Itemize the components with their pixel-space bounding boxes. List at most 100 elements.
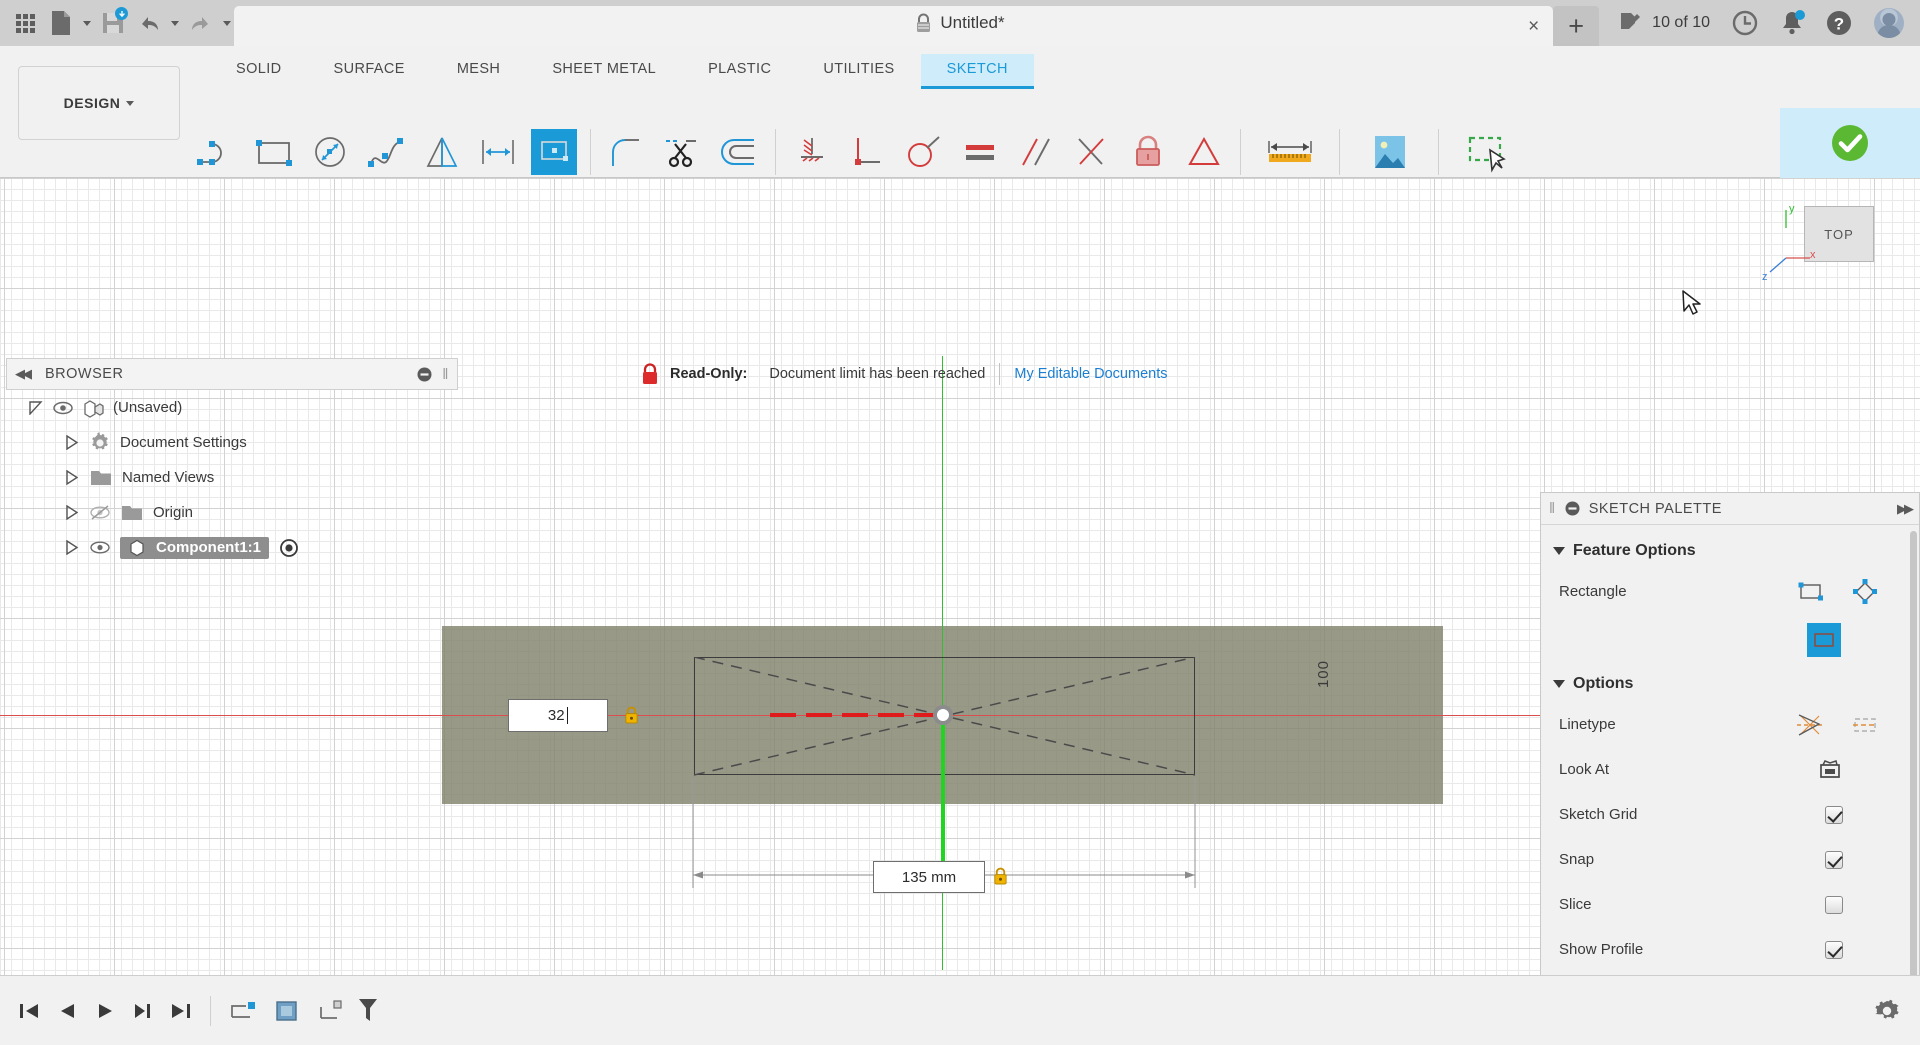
coincident-constraint-icon[interactable] bbox=[784, 126, 840, 178]
eye-icon[interactable] bbox=[53, 400, 73, 416]
eye-icon[interactable] bbox=[89, 539, 111, 556]
locked-dimension-icon-horizontal[interactable] bbox=[993, 867, 1008, 885]
sketch-canvas[interactable]: 100 32 135 mm TOP y x z bbox=[0, 178, 1920, 975]
section-feature-options[interactable]: Feature Options bbox=[1541, 533, 1919, 569]
two-point-rectangle-icon[interactable] bbox=[1797, 580, 1825, 604]
step-back-icon[interactable] bbox=[48, 989, 86, 1033]
measure-ruler-icon[interactable] bbox=[1249, 126, 1331, 178]
expand-triangle-icon[interactable] bbox=[28, 401, 44, 415]
snap-checkbox[interactable] bbox=[1825, 851, 1843, 869]
sidebar-item-origin[interactable]: Origin bbox=[6, 495, 458, 530]
skip-to-start-icon[interactable] bbox=[10, 989, 48, 1033]
undo-icon[interactable] bbox=[132, 4, 166, 42]
centerline-linetype-icon[interactable] bbox=[1851, 713, 1879, 737]
rectangle-icon[interactable] bbox=[246, 126, 302, 178]
close-tab-icon[interactable]: × bbox=[1528, 17, 1539, 36]
equal-constraint-icon[interactable] bbox=[952, 126, 1008, 178]
show-profile-checkbox[interactable] bbox=[1825, 941, 1843, 959]
expand-triangle-icon[interactable] bbox=[64, 435, 80, 450]
parallel-constraint-icon[interactable] bbox=[1008, 126, 1064, 178]
selected-node[interactable]: Component1:1 bbox=[120, 537, 269, 559]
timeline-filter-icon[interactable] bbox=[353, 989, 383, 1033]
browser-root-node[interactable]: (Unsaved) bbox=[6, 390, 458, 425]
minimize-icon[interactable] bbox=[417, 367, 432, 382]
offset-icon[interactable] bbox=[711, 126, 767, 178]
sidebar-item-document-settings[interactable]: Document Settings bbox=[6, 425, 458, 460]
section-options[interactable]: Options bbox=[1541, 666, 1919, 702]
expand-right-icon[interactable]: ▶▶ bbox=[1897, 501, 1911, 517]
sketch-feature-icon[interactable] bbox=[221, 989, 265, 1033]
play-icon[interactable] bbox=[86, 989, 124, 1033]
panel-resize-handle[interactable]: ‖ bbox=[1549, 500, 1556, 517]
eye-hidden-icon[interactable] bbox=[89, 504, 111, 521]
step-forward-icon[interactable] bbox=[124, 989, 162, 1033]
center-rectangle-icon[interactable] bbox=[1851, 579, 1879, 605]
undo-dropdown-caret[interactable] bbox=[168, 4, 182, 42]
panel-resize-handle[interactable]: ‖ bbox=[442, 366, 449, 383]
look-at-camera-icon[interactable] bbox=[1817, 758, 1843, 782]
trim-scissors-icon[interactable] bbox=[655, 126, 711, 178]
tab-sheet-metal[interactable]: SHEET METAL bbox=[526, 54, 682, 89]
construction-triangle-icon[interactable] bbox=[1176, 126, 1232, 178]
group-divider bbox=[590, 129, 591, 175]
user-avatar[interactable] bbox=[1874, 8, 1904, 38]
circle-icon[interactable] bbox=[302, 126, 358, 178]
expand-triangle-icon[interactable] bbox=[64, 505, 80, 520]
perpendicular-constraint-icon[interactable] bbox=[840, 126, 896, 178]
mirror-icon[interactable] bbox=[414, 126, 470, 178]
save-icon[interactable] bbox=[96, 4, 130, 42]
tab-surface[interactable]: SURFACE bbox=[308, 54, 431, 89]
tab-sketch[interactable]: SKETCH bbox=[921, 54, 1034, 89]
tab-utilities[interactable]: UTILITIES bbox=[797, 54, 920, 89]
new-file-icon[interactable] bbox=[44, 4, 78, 42]
document-tab[interactable]: × bbox=[234, 6, 1553, 46]
minimize-icon[interactable] bbox=[1565, 501, 1580, 516]
line-icon[interactable] bbox=[190, 126, 246, 178]
redo-dropdown-caret[interactable] bbox=[220, 4, 234, 42]
sketch-grid-checkbox[interactable] bbox=[1825, 806, 1843, 824]
extrude-feature-icon[interactable] bbox=[309, 989, 353, 1033]
app-grid-icon[interactable] bbox=[8, 4, 42, 42]
sketch-origin-point[interactable] bbox=[933, 705, 953, 725]
new-tab-button[interactable]: + bbox=[1553, 6, 1599, 46]
tab-plastic[interactable]: PLASTIC bbox=[682, 54, 797, 89]
dimension-input-field[interactable]: 32 bbox=[508, 699, 608, 732]
redo-icon[interactable] bbox=[184, 4, 218, 42]
rectangle-active-icon[interactable] bbox=[526, 126, 582, 178]
slice-checkbox[interactable] bbox=[1825, 896, 1843, 914]
workspace-switcher-button[interactable]: DESIGN bbox=[18, 66, 180, 140]
document-count[interactable]: 10 of 10 bbox=[1619, 11, 1710, 35]
select-window-icon[interactable] bbox=[1447, 126, 1529, 178]
fillet-icon[interactable] bbox=[599, 126, 655, 178]
skip-to-end-icon[interactable] bbox=[162, 989, 200, 1033]
spline-icon[interactable] bbox=[358, 126, 414, 178]
locked-dimension-icon[interactable] bbox=[624, 706, 639, 724]
my-editable-documents-link[interactable]: My Editable Documents bbox=[1014, 366, 1167, 382]
notifications-icon[interactable] bbox=[1780, 10, 1804, 36]
sidebar-item-named-views[interactable]: Named Views bbox=[6, 460, 458, 495]
collapse-left-icon[interactable]: ◀◀ bbox=[15, 366, 29, 382]
insert-image-icon[interactable] bbox=[1348, 126, 1430, 178]
fix-unfix-lock-icon[interactable] bbox=[1120, 126, 1176, 178]
tab-solid[interactable]: SOLID bbox=[210, 54, 308, 89]
document-edit-icon bbox=[1619, 11, 1644, 35]
component-feature-icon[interactable] bbox=[265, 989, 309, 1033]
finish-sketch-button[interactable] bbox=[1780, 108, 1920, 178]
expand-triangle-icon[interactable] bbox=[64, 470, 80, 485]
three-point-rectangle-icon[interactable] bbox=[1807, 623, 1841, 657]
ribbon-toolbar: DESIGN SOLID SURFACE MESH SHEET METAL PL… bbox=[0, 46, 1920, 178]
sketch-dimension-icon[interactable] bbox=[470, 126, 526, 178]
palette-scrollbar[interactable] bbox=[1910, 531, 1917, 975]
sidebar-item-component1[interactable]: Component1:1 bbox=[6, 530, 458, 565]
recent-activity-icon[interactable] bbox=[1732, 10, 1758, 36]
tab-mesh[interactable]: MESH bbox=[431, 54, 527, 89]
horizontal-dimension-field[interactable]: 135 mm bbox=[873, 861, 985, 893]
midpoint-constraint-icon[interactable] bbox=[1064, 126, 1120, 178]
settings-gear-icon[interactable] bbox=[1868, 989, 1906, 1033]
expand-triangle-icon[interactable] bbox=[64, 540, 80, 555]
construction-linetype-icon[interactable] bbox=[1795, 712, 1825, 738]
activate-component-icon[interactable] bbox=[278, 537, 300, 559]
help-icon[interactable]: ? bbox=[1826, 10, 1852, 36]
tangent-constraint-icon[interactable] bbox=[896, 126, 952, 178]
new-file-dropdown-caret[interactable] bbox=[80, 4, 94, 42]
